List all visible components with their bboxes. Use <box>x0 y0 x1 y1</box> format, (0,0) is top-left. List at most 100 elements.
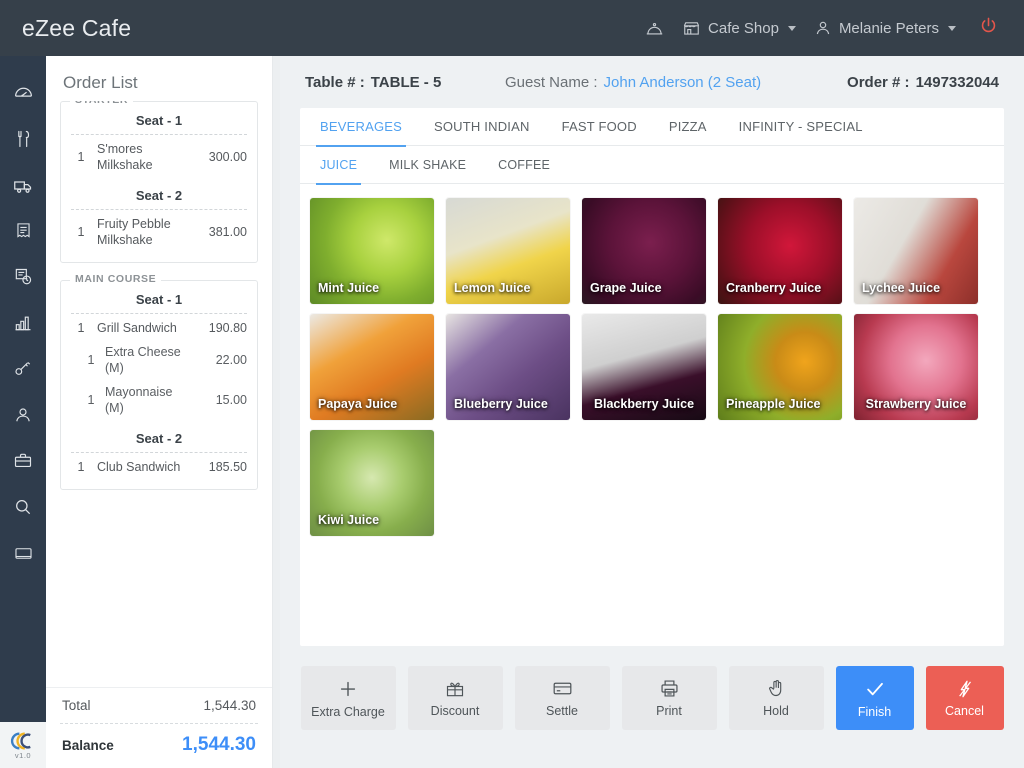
product-tile[interactable]: Lemon Juice <box>446 198 570 304</box>
sidebar-item-guests[interactable] <box>0 392 46 438</box>
item-price: 185.50 <box>189 459 247 475</box>
seat-header: Seat - 2 <box>69 420 249 452</box>
flash-off-icon <box>955 679 975 699</box>
item-quantity: 1 <box>83 392 99 408</box>
order-group: STARTERSeat - 11S'mores Milkshake300.00S… <box>60 101 258 263</box>
app-version: v1.0 <box>15 751 31 760</box>
product-tile[interactable]: Strawberry Juice <box>854 314 978 420</box>
order-number-value: 1497332044 <box>916 74 999 91</box>
receipt-icon <box>14 221 33 241</box>
ezee-logo-icon <box>10 731 36 751</box>
order-item-row[interactable]: 1S'mores Milkshake300.00 <box>69 137 249 177</box>
subtab-milk-shake[interactable]: MILK SHAKE <box>373 146 482 184</box>
extra-charge-button[interactable]: Extra Charge <box>301 666 396 730</box>
sidebar-item-bills[interactable] <box>0 208 46 254</box>
table-value: TABLE - 5 <box>371 74 442 91</box>
gift-icon <box>445 679 465 699</box>
item-name: S'mores Milkshake <box>91 141 189 173</box>
product-name: Grape Juice <box>582 281 706 296</box>
sidebar-item-pending-orders[interactable] <box>0 254 46 300</box>
tab-fast-food[interactable]: FAST FOOD <box>546 108 653 146</box>
order-item-row[interactable]: 1Fruity Pebble Milkshake381.00 <box>69 212 249 252</box>
user-menu[interactable]: Melanie Peters <box>805 0 965 56</box>
tab-beverages[interactable]: BEVERAGES <box>304 108 418 146</box>
product-grid[interactable]: Mint Juice Lemon Juice Grape Juice Cranberr… <box>300 184 1004 646</box>
item-price: 300.00 <box>189 149 247 165</box>
sidebar-item-display[interactable] <box>0 530 46 576</box>
print-button[interactable]: Print <box>622 666 717 730</box>
hold-button[interactable]: Hold <box>729 666 824 730</box>
check-icon <box>864 678 886 700</box>
product-name: Mint Juice <box>310 281 434 296</box>
sidebar-item-business[interactable] <box>0 438 46 484</box>
item-name: Grill Sandwich <box>91 320 189 336</box>
order-number-info: Order # : 1497332044 <box>847 74 999 91</box>
product-name: Lemon Juice <box>446 281 570 296</box>
sidebar-item-delivery[interactable] <box>0 162 46 208</box>
product-tile[interactable]: Pineapple Juice <box>718 314 842 420</box>
product-tile[interactable]: Lychee Juice <box>854 198 978 304</box>
balance-label: Balance <box>62 738 114 753</box>
order-modifier-row[interactable]: 1Extra Cheese (M)22.00 <box>69 340 249 380</box>
fork-knife-icon <box>13 129 33 149</box>
product-name: Kiwi Juice <box>310 513 434 528</box>
category-tabs[interactable]: BEVERAGESSOUTH INDIANFAST FOODPIZZAINFIN… <box>300 108 1004 146</box>
outlet-label: Cafe Shop <box>708 20 779 37</box>
cancel-button[interactable]: Cancel <box>926 666 1004 730</box>
truck-icon <box>13 175 34 196</box>
item-name: Fruity Pebble Milkshake <box>91 216 189 248</box>
sidebar-item-access-keys[interactable] <box>0 346 46 392</box>
finish-button[interactable]: Finish <box>836 666 914 730</box>
shop-icon <box>682 19 701 37</box>
item-quantity: 1 <box>71 320 91 336</box>
order-group-legend: STARTER <box>70 101 133 106</box>
order-item-row[interactable]: 1Club Sandwich185.50 <box>69 455 249 479</box>
action-bar[interactable]: Extra ChargeDiscountSettlePrint Hold Finis… <box>300 646 1004 750</box>
action-label: Hold <box>763 705 789 718</box>
sub-category-tabs[interactable]: JUICEMILK SHAKECOFFEE <box>300 146 1004 184</box>
search-icon <box>13 497 33 517</box>
item-price: 15.00 <box>189 392 247 408</box>
total-row: Total 1,544.30 <box>60 688 258 723</box>
sidebar-item-restaurant[interactable] <box>0 116 46 162</box>
sidebar-item-dashboard[interactable] <box>0 70 46 116</box>
app-brand: eZee Cafe <box>22 15 131 42</box>
order-totals: Total 1,544.30 Balance 1,544.30 <box>46 687 272 768</box>
printer-icon <box>659 678 680 699</box>
item-name: Club Sandwich <box>91 459 189 475</box>
sidebar-item-search[interactable] <box>0 484 46 530</box>
order-list-panel: Order List STARTERSeat - 11S'mores Milks… <box>46 56 272 768</box>
tab-pizza[interactable]: PIZZA <box>653 108 723 146</box>
product-tile[interactable]: Papaya Juice <box>310 314 434 420</box>
product-tile[interactable]: Mint Juice <box>310 198 434 304</box>
chevron-down-icon <box>788 26 796 31</box>
tab-infinity-special[interactable]: INFINITY - SPECIAL <box>723 108 879 146</box>
seat-header: Seat - 1 <box>69 102 249 134</box>
kitchen-display-button[interactable] <box>636 0 673 56</box>
product-name: Blackberry Juice <box>582 397 706 412</box>
logout-button[interactable] <box>965 16 1010 40</box>
app-logo: v1.0 <box>0 722 46 768</box>
product-tile[interactable]: Cranberry Juice <box>718 198 842 304</box>
seat-divider <box>71 134 247 135</box>
order-list-groups[interactable]: STARTERSeat - 11S'mores Milkshake300.00S… <box>46 101 272 687</box>
action-label: Cancel <box>945 705 984 718</box>
product-tile[interactable]: Kiwi Juice <box>310 430 434 536</box>
subtab-juice[interactable]: JUICE <box>304 146 373 184</box>
product-name: Pineapple Juice <box>718 397 842 412</box>
discount-button[interactable]: Discount <box>408 666 503 730</box>
order-item-row[interactable]: 1Grill Sandwich190.80 <box>69 316 249 340</box>
outlet-selector[interactable]: Cafe Shop <box>673 0 805 56</box>
guest-value[interactable]: John Anderson (2 Seat) <box>604 74 762 91</box>
settle-button[interactable]: Settle <box>515 666 610 730</box>
tab-south-indian[interactable]: SOUTH INDIAN <box>418 108 546 146</box>
hand-icon <box>766 678 787 699</box>
product-tile[interactable]: Grape Juice <box>582 198 706 304</box>
order-modifier-row[interactable]: 1Mayonnaise (M)15.00 <box>69 380 249 420</box>
product-tile[interactable]: Blackberry Juice <box>582 314 706 420</box>
item-price: 22.00 <box>189 352 247 368</box>
product-tile[interactable]: Blueberry Juice <box>446 314 570 420</box>
product-name: Blueberry Juice <box>446 397 570 412</box>
sidebar-item-reports[interactable] <box>0 300 46 346</box>
subtab-coffee[interactable]: COFFEE <box>482 146 566 184</box>
